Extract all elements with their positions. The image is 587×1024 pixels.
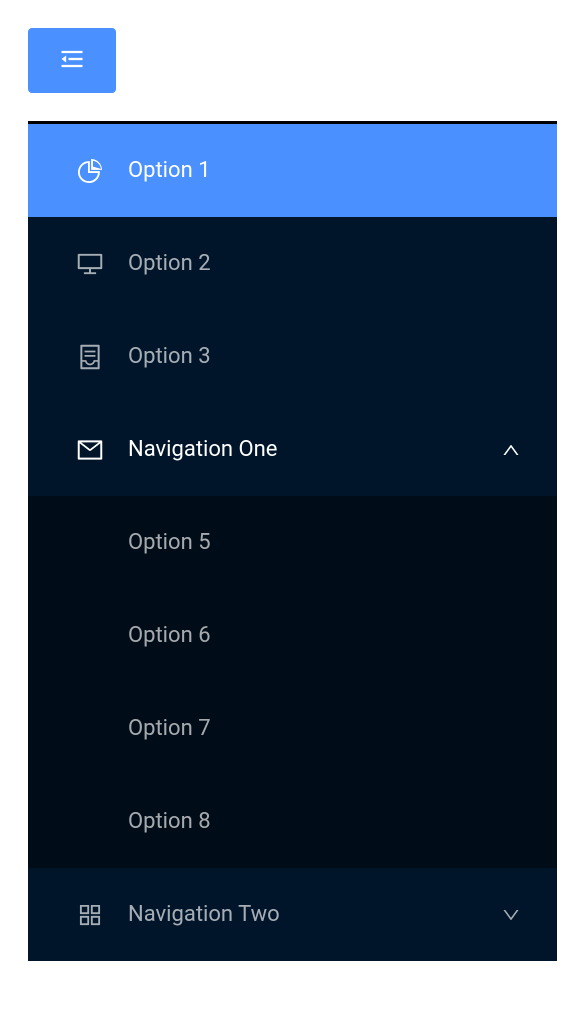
pie-chart-icon [76, 157, 104, 185]
chevron-down-icon [501, 905, 521, 925]
menu-item-label: Option 8 [128, 809, 521, 834]
submenu-navigation-two[interactable]: Navigation Two [28, 868, 557, 961]
chevron-up-icon [501, 440, 521, 460]
menu-item-label: Option 2 [128, 251, 521, 276]
container-icon [76, 343, 104, 371]
desktop-icon [76, 250, 104, 278]
menu-item-option-5[interactable]: Option 5 [28, 496, 557, 589]
submenu-navigation-one[interactable]: Navigation One [28, 403, 557, 496]
sidebar-menu: Option 1 Option 2 Option 3 Navigation On… [28, 121, 557, 961]
submenu-label: Navigation Two [128, 902, 501, 927]
submenu-label: Navigation One [128, 437, 501, 462]
menu-item-label: Option 3 [128, 344, 521, 369]
menu-item-option-6[interactable]: Option 6 [28, 589, 557, 682]
submenu-navigation-one-items: Option 5 Option 6 Option 7 Option 8 [28, 496, 557, 868]
menu-item-option-1[interactable]: Option 1 [28, 124, 557, 217]
menu-collapse-button[interactable] [28, 28, 116, 93]
menu-item-label: Option 7 [128, 716, 521, 741]
menu-item-label: Option 6 [128, 623, 521, 648]
menu-fold-icon [58, 45, 86, 76]
mail-icon [76, 436, 104, 464]
menu-item-option-2[interactable]: Option 2 [28, 217, 557, 310]
appstore-icon [76, 901, 104, 929]
menu-item-label: Option 1 [128, 158, 521, 183]
menu-item-option-7[interactable]: Option 7 [28, 682, 557, 775]
menu-item-option-8[interactable]: Option 8 [28, 775, 557, 868]
menu-item-label: Option 5 [128, 530, 521, 555]
menu-item-option-3[interactable]: Option 3 [28, 310, 557, 403]
